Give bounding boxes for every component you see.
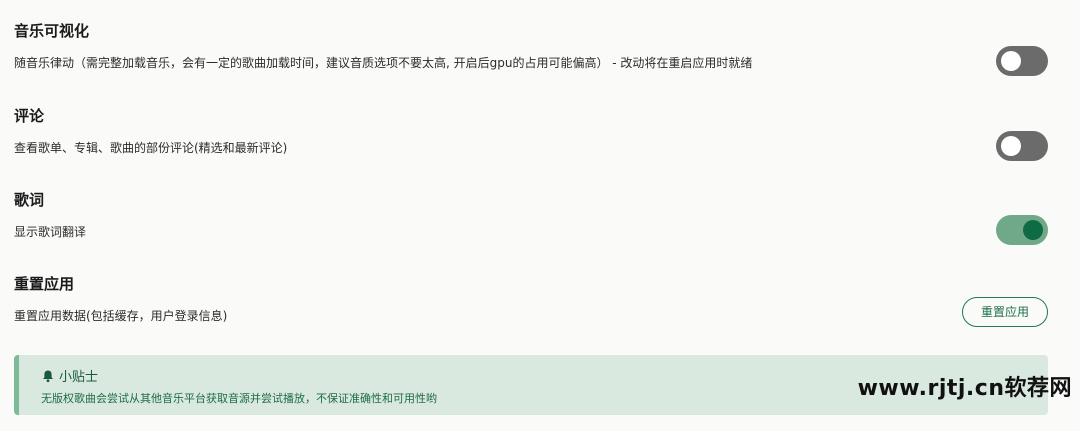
toggle-knob — [1001, 51, 1021, 71]
section-title: 音乐可视化 — [14, 22, 90, 40]
lyrics-translation-toggle[interactable] — [996, 215, 1048, 245]
section-description: 重置应用数据(包括缓存，用户登录信息) — [14, 309, 228, 323]
section-title: 歌词 — [14, 191, 45, 209]
tip-text: 无版权歌曲会尝试从其他音乐平台获取音源并尝试播放，不保证准确性和可用性哟 — [41, 392, 437, 405]
toggle-knob — [1023, 220, 1043, 240]
section-title: 评论 — [14, 107, 45, 125]
section-lyrics: 歌词 显示歌词翻译 — [14, 189, 1048, 249]
toggle-knob — [1001, 136, 1021, 156]
tip-header: 小贴士 — [41, 366, 98, 385]
section-description: 显示歌词翻译 — [14, 225, 87, 239]
reset-app-button[interactable]: 重置应用 — [962, 297, 1048, 327]
settings-page: 音乐可视化 随音乐律动（需完整加载音乐，会有一定的歌曲加载时间，建议音质选项不要… — [0, 0, 1080, 431]
section-description: 查看歌单、专辑、歌曲的部份评论(精选和最新评论) — [14, 141, 288, 155]
music-visualization-toggle[interactable] — [996, 46, 1048, 76]
section-music-visualization: 音乐可视化 随音乐律动（需完整加载音乐，会有一定的歌曲加载时间，建议音质选项不要… — [14, 20, 1048, 80]
section-reset-app: 重置应用 重置应用数据(包括缓存，用户登录信息) 重置应用 — [14, 273, 1048, 333]
watermark: www.rjtj.cn软荐网 — [857, 376, 1072, 401]
section-title: 重置应用 — [14, 275, 75, 293]
comments-toggle[interactable] — [996, 131, 1048, 161]
tip-title: 小贴士 — [59, 370, 99, 385]
section-description: 随音乐律动（需完整加载音乐，会有一定的歌曲加载时间，建议音质选项不要太高, 开启… — [14, 56, 753, 70]
section-comments: 评论 查看歌单、专辑、歌曲的部份评论(精选和最新评论) — [14, 105, 1048, 165]
bell-icon — [41, 369, 55, 383]
